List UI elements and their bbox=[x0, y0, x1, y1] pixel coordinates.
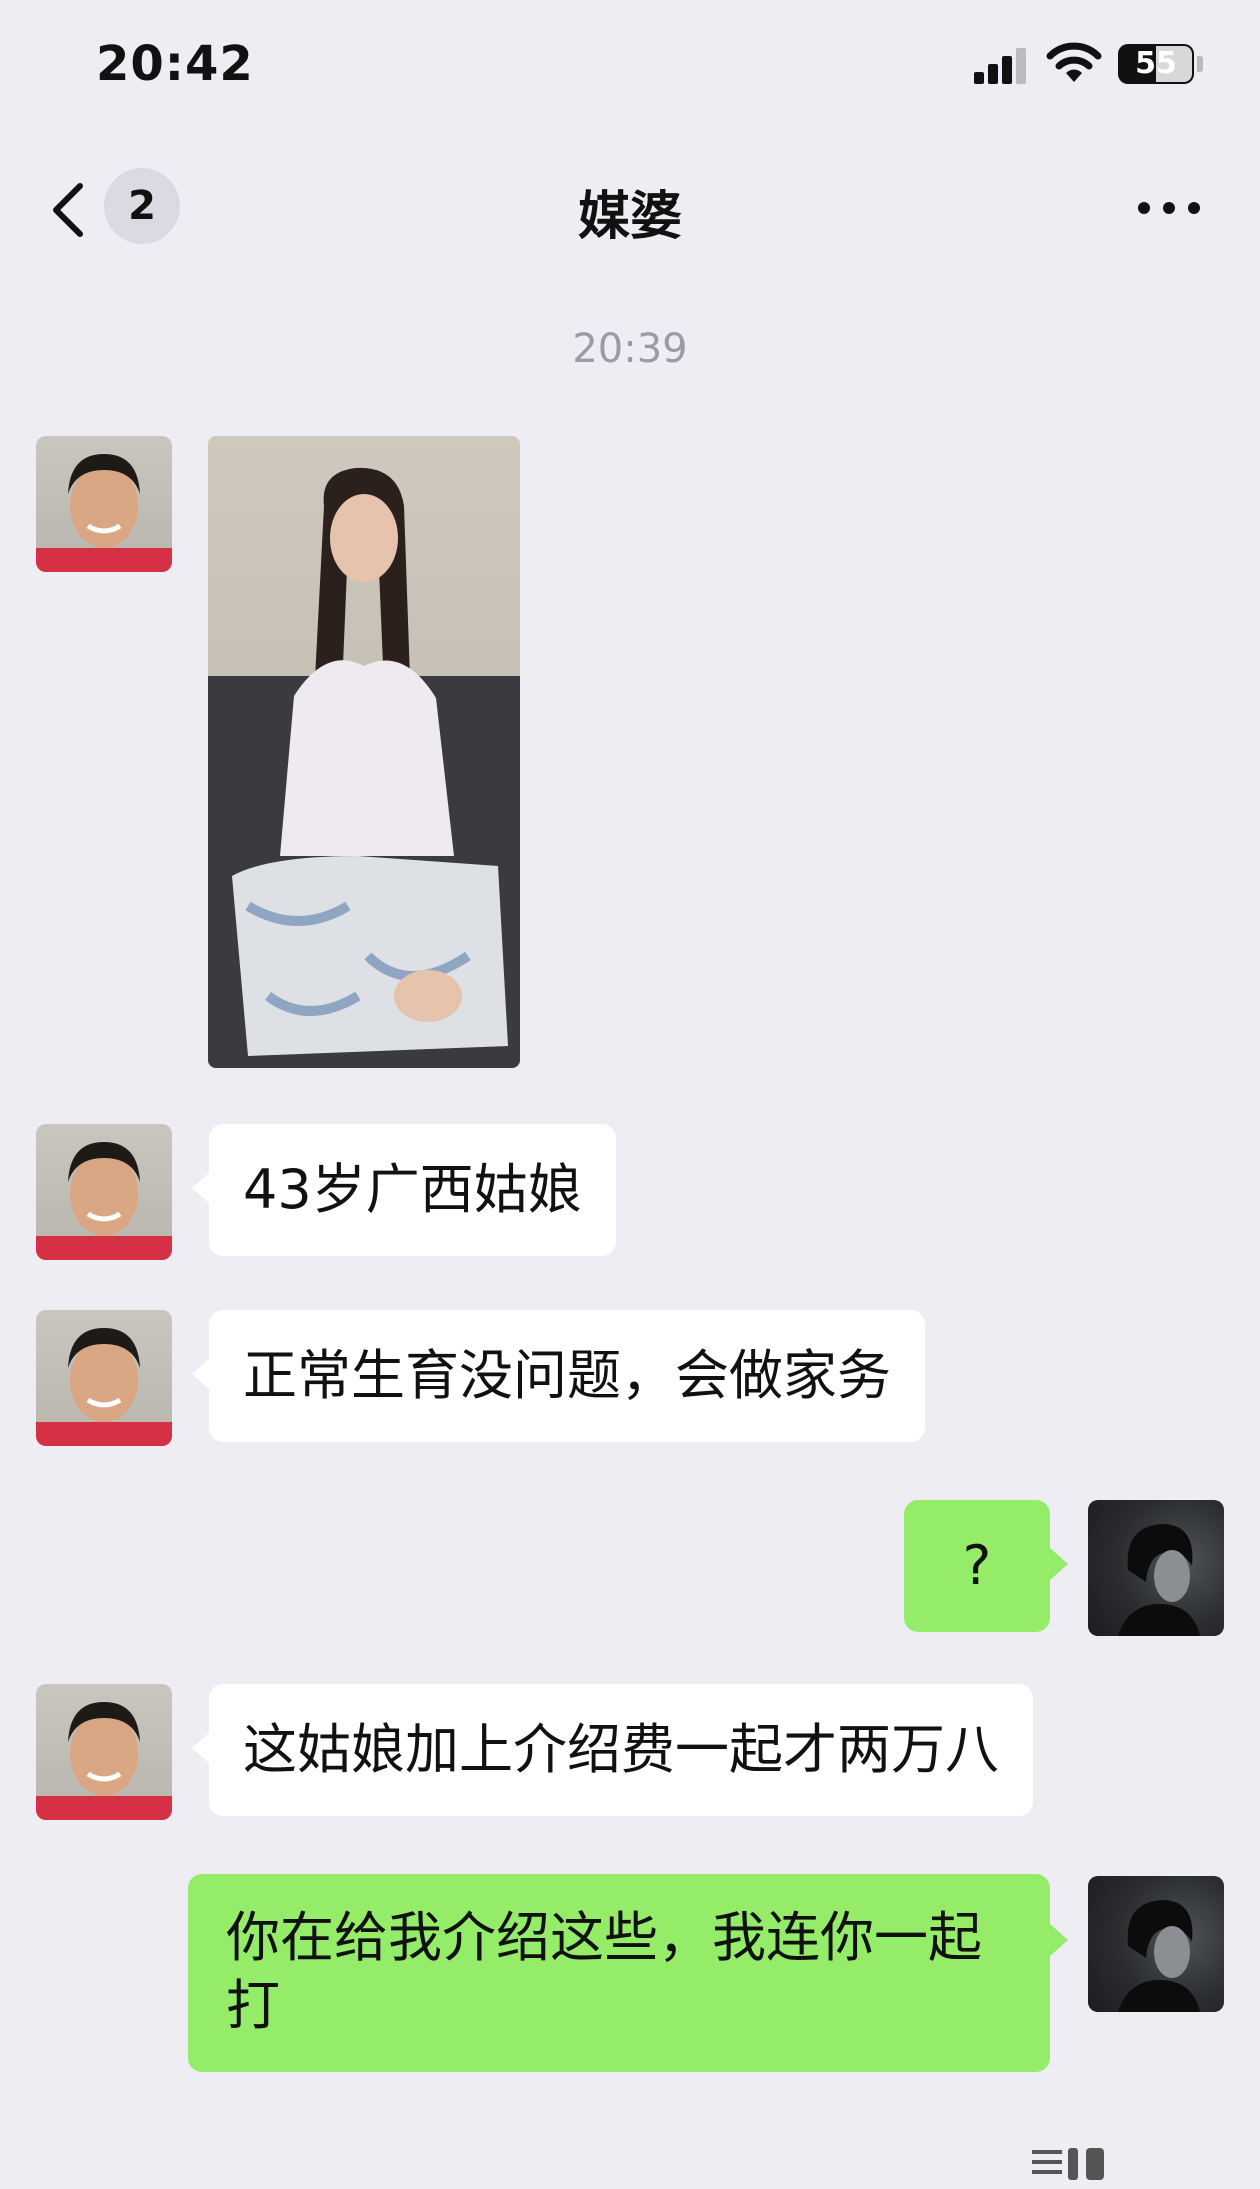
matchmaker-avatar[interactable] bbox=[36, 1124, 172, 1260]
shared-photo[interactable] bbox=[208, 436, 520, 1068]
outgoing-message[interactable]: 你在给我介绍这些，我连你一起 打 bbox=[188, 1874, 1050, 2072]
wifi-icon bbox=[1046, 42, 1102, 82]
incoming-message[interactable]: 正常生育没问题，会做家务 bbox=[209, 1310, 925, 1442]
user-avatar[interactable] bbox=[1088, 1876, 1224, 2012]
battery-icon: 55 bbox=[1118, 44, 1194, 84]
bubble-tail bbox=[192, 1732, 210, 1764]
user-avatar[interactable] bbox=[1088, 1500, 1224, 1636]
signal-icon bbox=[974, 48, 1034, 84]
watermark-icon bbox=[1032, 2148, 1104, 2180]
battery-tip bbox=[1197, 56, 1203, 72]
bubble-tail bbox=[1050, 1548, 1068, 1580]
matchmaker-avatar[interactable] bbox=[36, 1684, 172, 1820]
status-time: 20:42 bbox=[96, 36, 254, 92]
more-icon[interactable] bbox=[1138, 200, 1200, 216]
incoming-message[interactable]: 这姑娘加上介绍费一起才两万八 bbox=[209, 1684, 1033, 1816]
incoming-message[interactable]: 43岁广西姑娘 bbox=[209, 1124, 616, 1256]
battery-level-text: 55 bbox=[1135, 46, 1177, 81]
bubble-tail bbox=[1050, 1924, 1068, 1956]
outgoing-message[interactable]: ? bbox=[904, 1500, 1050, 1632]
matchmaker-avatar[interactable] bbox=[36, 436, 172, 572]
matchmaker-avatar[interactable] bbox=[36, 1310, 172, 1446]
chat-title: 媒婆 bbox=[577, 187, 682, 247]
message-line: 你在给我介绍这些，我连你一起 bbox=[226, 1906, 982, 1969]
message-line: 打 bbox=[226, 1974, 280, 2037]
message-timestamp: 20:39 bbox=[572, 326, 688, 372]
bubble-tail bbox=[192, 1358, 210, 1390]
bubble-tail bbox=[192, 1172, 210, 1204]
